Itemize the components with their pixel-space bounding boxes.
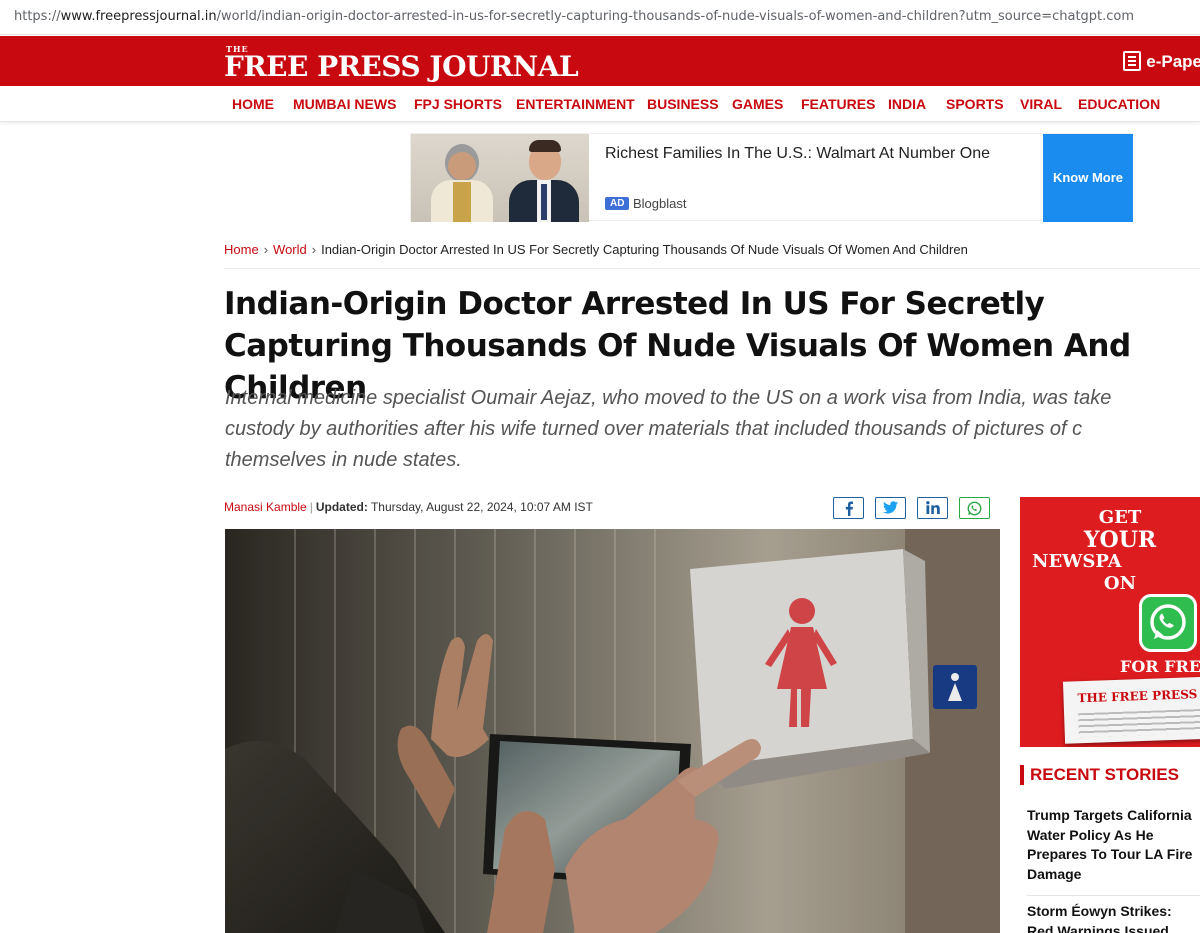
newspaper-icon [1123,51,1142,71]
nav-item-features[interactable]: FEATURES [801,96,875,112]
newspaper-image: THE FREE PRESS J [1062,676,1200,744]
summary-line: themselves in nude states. [225,449,462,471]
nav-item-india[interactable]: INDIA [888,96,926,112]
hero-photo [225,529,1000,933]
promo-line: FOR FRE [1120,657,1200,676]
ad-source: Blogblast [633,196,687,211]
paper-name: THE FREE PRESS J [1077,686,1200,706]
nav-item-education[interactable]: EDUCATION [1078,96,1160,112]
breadcrumb: Home › World › Indian-Origin Doctor Arrested… [224,242,968,257]
ad-person-man [509,140,579,222]
ad-person-woman [431,144,493,222]
divider [1027,895,1200,896]
updated-label: Updated: [315,500,368,514]
whatsapp-newspaper-promo[interactable]: GET YOUR NEWSPA ON FOR FRE THE FREE PRES… [1020,497,1200,747]
promo-line: GET [1098,507,1142,528]
nav-item-viral[interactable]: VIRAL [1020,96,1062,112]
nav-item-games[interactable]: GAMES [732,96,783,112]
breadcrumb-world[interactable]: World [273,242,307,257]
nav-item-business[interactable]: BUSINESS [647,96,719,112]
share-twitter-button[interactable] [875,497,906,519]
whatsapp-icon [1139,594,1197,652]
article-hero-image[interactable] [225,529,1000,933]
twitter-icon [883,501,898,514]
breadcrumb-home[interactable]: Home [224,242,259,257]
ad-image [411,134,589,222]
ad-headline[interactable]: Richest Families In The U.S.: Walmart At… [605,145,990,163]
nav-item-home[interactable]: HOME [232,96,274,112]
breadcrumb-separator: › [311,242,317,257]
facebook-icon [845,501,853,516]
author-link[interactable]: Manasi Kamble [224,500,307,514]
promo-line: NEWSPA [1032,551,1122,572]
share-linkedin-button[interactable] [917,497,948,519]
nav-item-entertainment[interactable]: ENTERTAINMENT [516,96,635,112]
whatsapp-icon [967,501,982,516]
article-meta: Manasi Kamble | Updated: Thursday, August … [224,500,593,514]
updated-date: Thursday, August 22, 2024, 10:07 AM IST [370,500,593,514]
nav-item-mumbai-news[interactable]: MUMBAI NEWS [293,96,396,112]
recent-story-link[interactable]: Trump Targets California Water Policy As… [1027,806,1200,884]
divider [224,268,1200,269]
summary-line: custody by authorities after his wife tu… [225,418,1083,440]
address-bar[interactable]: https://www.freepressjournal.in/world/in… [0,0,1200,35]
share-whatsapp-button[interactable] [959,497,990,519]
nav-item-sports[interactable]: SPORTS [946,96,1004,112]
main-nav: HOME MUMBAI NEWS FPJ SHORTS ENTERTAINMEN… [0,86,1200,122]
promo-line: YOUR [1083,527,1157,553]
logo-name: FREE PRESS JOURNAL [224,50,579,83]
summary-line: Internal medicine specialist Oumair Aeja… [225,387,1112,409]
epaper-label: e-Pape [1146,52,1200,71]
article-summary: Internal medicine specialist Oumair Aeja… [225,383,1200,476]
linkedin-icon [925,501,940,514]
masthead: THE FREE PRESS JOURNAL e-Pape [0,36,1200,86]
nav-item-fpj-shorts[interactable]: FPJ SHORTS [414,96,502,112]
breadcrumb-current: Indian-Origin Doctor Arrested In US For … [321,242,968,257]
ad-banner[interactable]: Richest Families In The U.S.: Walmart At… [410,133,1133,222]
url-text[interactable]: https://www.freepressjournal.in/world/in… [14,9,1134,24]
breadcrumb-separator: › [263,242,269,257]
meta-separator: | [309,500,313,514]
recent-story-link[interactable]: Storm Éowyn Strikes: Red Warnings Issued [1027,902,1200,933]
recent-stories-heading: RECENT STORIES [1020,765,1200,785]
ad-badge: AD [605,197,630,210]
epaper-link[interactable]: e-Pape [1123,51,1200,72]
share-facebook-button[interactable] [833,497,864,519]
know-more-button[interactable]: Know More [1043,134,1133,222]
promo-line: ON [1103,573,1137,594]
